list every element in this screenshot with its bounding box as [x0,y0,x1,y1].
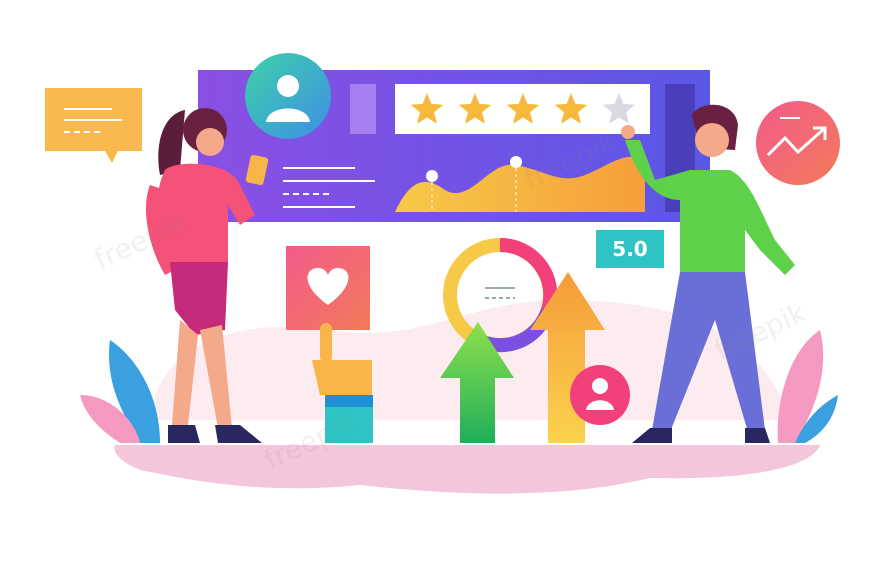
heart-like-icon [286,246,370,330]
illustration-stage: 5.0 freepik freepik freepik freepik [0,0,890,567]
chat-bubble-icon [45,88,142,163]
rating-badge-text: 5.0 [612,237,647,261]
ground [114,445,821,494]
user-icon [570,365,630,425]
rating-illustration: 5.0 freepik freepik freepik freepik [45,53,840,494]
trend-up-icon [756,101,840,185]
panel-bar [350,84,376,134]
